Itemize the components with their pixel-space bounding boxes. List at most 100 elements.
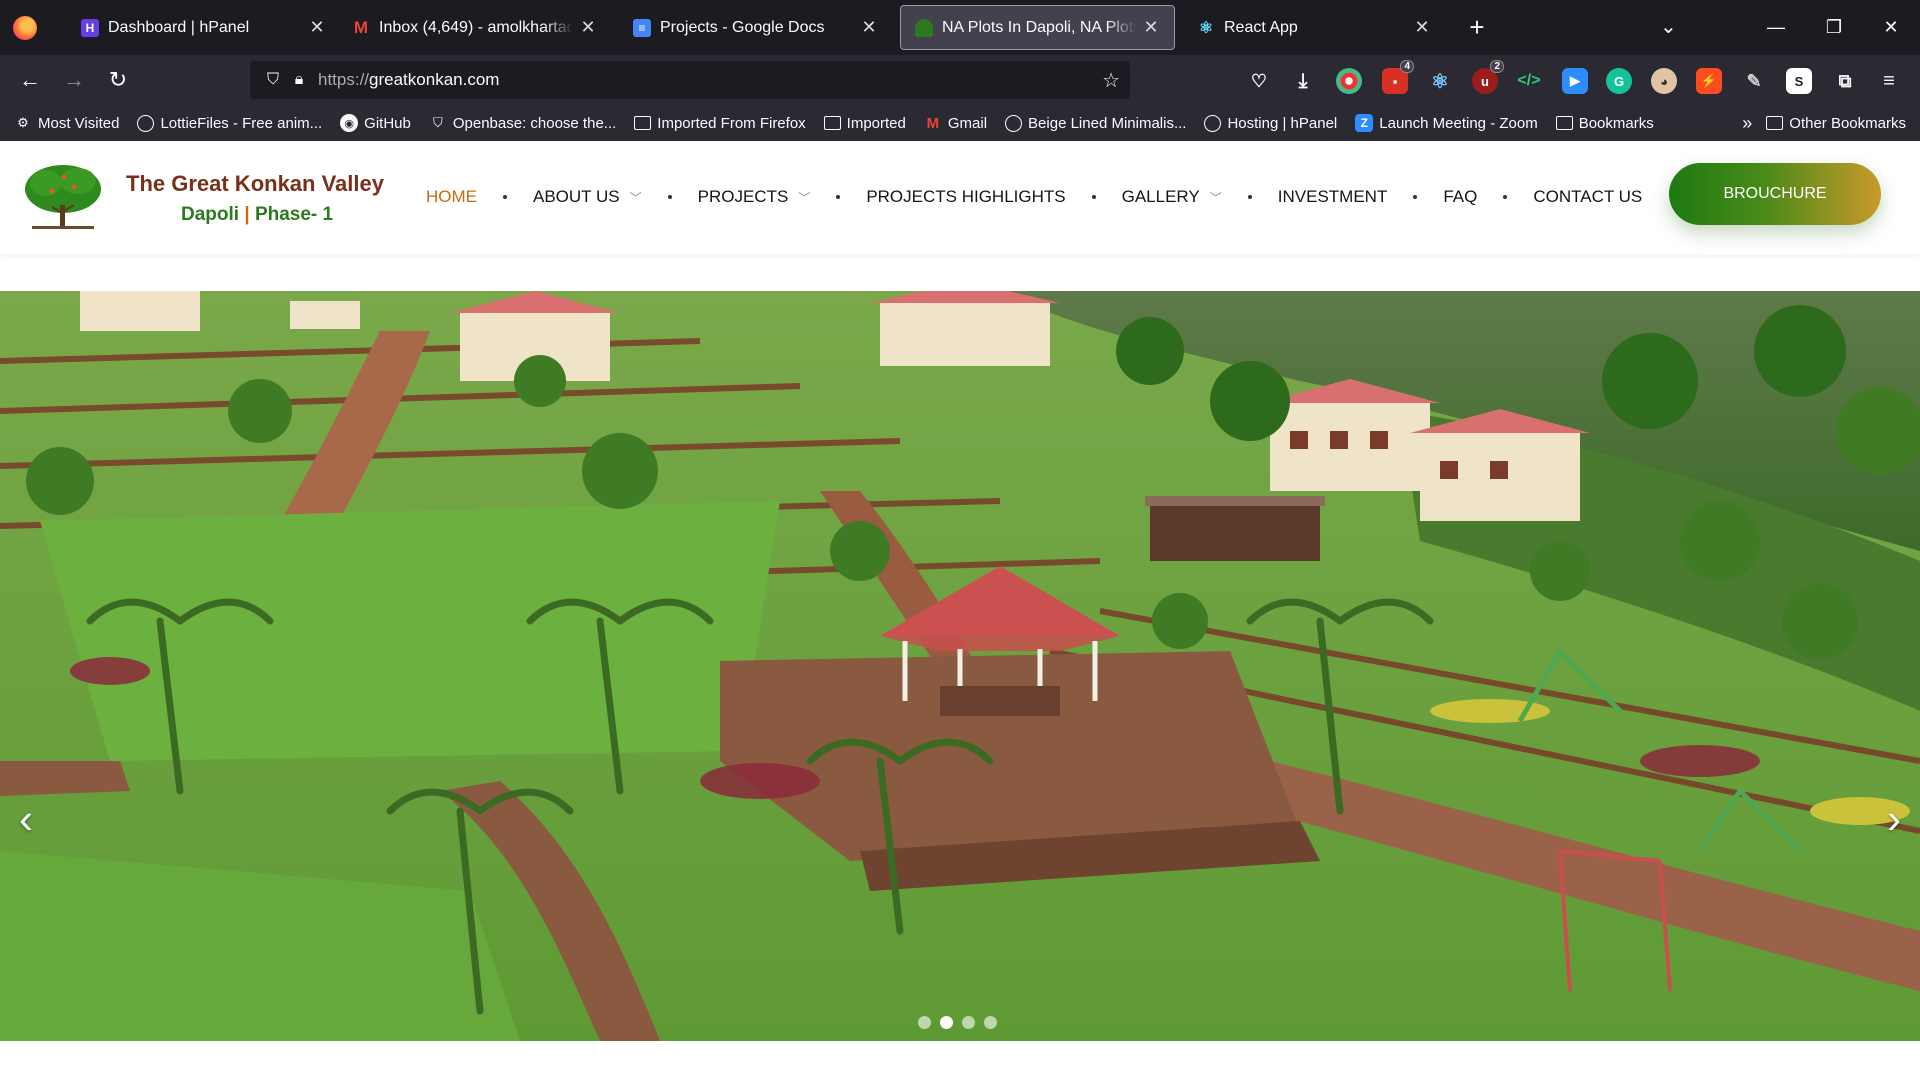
brochure-button[interactable]: BROUCHURE (1669, 163, 1881, 225)
folder-icon (1766, 116, 1784, 130)
tab-gmail-inbox[interactable]: M Inbox (4,649) - amolkhartade97@gmail.c… (338, 5, 611, 50)
globe-icon (137, 114, 155, 132)
bookmark-label: GitHub (364, 114, 411, 132)
bookmark-label: Gmail (947, 114, 988, 132)
bookmarks-toolbar: ⚙ Most Visited LottieFiles - Free anim...… (0, 105, 1920, 141)
hpanel-icon: H (81, 18, 99, 37)
bookmark-label: Launch Meeting - Zoom (1379, 114, 1538, 132)
tab-great-konkan[interactable]: NA Plots In Dapoli, NA Plots in Konkan ✕ (900, 5, 1175, 50)
menu-item-projects-highlights[interactable]: PROJECTS HIGHLIGHTS (866, 187, 1065, 207)
extension-badge-icon[interactable]: ▪ 4 (1382, 60, 1414, 94)
colorzilla-icon[interactable] (1336, 68, 1362, 94)
bookmark-label: Imported From Firefox (657, 114, 806, 132)
brand-phase: Phase- 1 (254, 204, 334, 225)
extensions-puzzle-icon[interactable]: ⧉ (1832, 68, 1858, 94)
address-bar[interactable]: ⛉ 🔒︎ https:// greatkonkan.com ☆ (250, 61, 1130, 99)
next-slide-arrow-icon[interactable]: › (1874, 789, 1914, 849)
react-devtools-icon[interactable]: ⚛ (1427, 68, 1453, 94)
bookmark-beige-lined[interactable]: Beige Lined Minimalis... (1005, 114, 1186, 132)
eyedropper-icon[interactable]: ✎ (1741, 68, 1767, 94)
slide-dot-4[interactable] (984, 1016, 997, 1029)
menu-label: PROJECTS (697, 187, 789, 206)
lock-icon[interactable]: 🔒︎ (286, 71, 312, 89)
minimize-icon[interactable]: — (1747, 0, 1805, 55)
tab-strip: H Dashboard | hPanel ✕ M Inbox (4,649) -… (0, 0, 1920, 55)
bookmark-zoom[interactable]: Z Launch Meeting - Zoom (1355, 114, 1538, 132)
menu-item-projects[interactable]: PROJECTS ﹀ (698, 187, 811, 207)
downloads-icon[interactable]: ⤓ (1290, 68, 1316, 94)
menu-item-gallery[interactable]: GALLERY ﹀ (1122, 187, 1222, 207)
menu-item-home[interactable]: HOME (426, 187, 477, 207)
folder-icon (634, 116, 652, 130)
pocket-icon[interactable]: ♡ (1246, 68, 1272, 94)
menu-hamburger-icon[interactable]: ≡ (1876, 68, 1902, 94)
tab-title: Dashboard | hPanel (108, 18, 250, 36)
list-all-tabs-icon[interactable]: ⌄ (1660, 14, 1677, 39)
bookmark-star-icon[interactable]: ☆ (1102, 68, 1120, 93)
firefox-logo-icon[interactable] (13, 15, 37, 40)
close-tab-icon[interactable]: ✕ (1142, 17, 1160, 38)
bookmark-openbase[interactable]: ⛉ Openbase: choose the... (429, 114, 616, 132)
tab-title: Projects - Google Docs (660, 18, 825, 36)
brand-separator: | (244, 204, 250, 225)
bookmark-label: Bookmarks (1578, 114, 1654, 132)
react-icon: ⚛ (1198, 19, 1214, 37)
gmail-icon: M (353, 17, 369, 37)
zoom-extension-icon[interactable]: ▶ (1562, 68, 1588, 94)
bookmark-hosting-hpanel[interactable]: Hosting | hPanel (1204, 114, 1338, 132)
ublock-icon[interactable]: u2 (1472, 60, 1504, 94)
bookmark-label: Hosting | hPanel (1227, 114, 1338, 132)
menu-item-contact-us[interactable]: CONTACT US (1533, 187, 1642, 207)
brand-location: Dapoli (181, 204, 240, 225)
avatar-extension-icon[interactable]: ◕ (1651, 68, 1677, 94)
json-extension-icon[interactable]: ⚡ (1696, 68, 1722, 94)
tab-hpanel-dashboard[interactable]: H Dashboard | hPanel ✕ (67, 5, 340, 50)
reload-icon[interactable]: ↻ (96, 60, 140, 100)
slider-pagination (918, 1016, 1006, 1029)
slide-dot-3[interactable] (962, 1016, 975, 1029)
menu-label: HOME (426, 187, 477, 206)
menu-separator (667, 195, 672, 199)
slide-dot-1[interactable] (918, 1016, 931, 1029)
bookmark-gmail[interactable]: M Gmail (924, 114, 987, 132)
close-window-icon[interactable]: ✕ (1862, 0, 1920, 55)
bookmark-imported-from-firefox[interactable]: Imported From Firefox (634, 114, 806, 132)
close-tab-icon[interactable]: ✕ (308, 17, 326, 38)
previous-slide-arrow-icon[interactable]: ‹ (6, 789, 46, 849)
forward-icon[interactable]: → (52, 60, 96, 100)
menu-item-about-us[interactable]: ABOUT US ﹀ (533, 187, 642, 207)
bookmark-other-bookmarks[interactable]: Other Bookmarks (1766, 115, 1906, 132)
github-icon: ◉ (340, 114, 359, 132)
bookmark-imported[interactable]: Imported (823, 115, 906, 132)
menu-label: INVESTMENT (1277, 187, 1388, 206)
back-icon[interactable]: ← (8, 60, 52, 100)
stylus-icon[interactable]: S (1786, 68, 1812, 94)
bookmark-bookmarks-folder[interactable]: Bookmarks (1555, 114, 1654, 132)
restore-icon[interactable]: ❐ (1805, 0, 1863, 55)
menu-item-investment[interactable]: INVESTMENT (1278, 187, 1388, 207)
more-bookmarks-chevron-icon[interactable]: » (1742, 113, 1752, 134)
code-extension-icon[interactable]: </> (1516, 68, 1542, 94)
bookmark-most-visited[interactable]: ⚙ Most Visited (14, 114, 119, 132)
tree-logo-icon[interactable] (22, 161, 104, 231)
new-tab-button[interactable]: + (1457, 12, 1497, 43)
bookmark-lottiefiles[interactable]: LottieFiles - Free anim... (137, 114, 323, 132)
close-tab-icon[interactable]: ✕ (1413, 17, 1431, 38)
navigation-toolbar: ← → ↻ ⛉ 🔒︎ https:// greatkonkan.com ☆ (0, 55, 1920, 105)
tab-title: NA Plots In Dapoli, NA Plots in Konkan (942, 18, 1136, 36)
close-tab-icon[interactable]: ✕ (579, 17, 597, 38)
chevron-down-icon: ﹀ (629, 190, 642, 205)
bookmark-github[interactable]: ◉ GitHub (340, 114, 411, 132)
menu-item-faq[interactable]: FAQ (1443, 187, 1477, 207)
grammarly-icon[interactable]: G (1606, 68, 1632, 94)
slide-dot-2[interactable] (940, 1016, 953, 1029)
close-tab-icon[interactable]: ✕ (860, 17, 878, 38)
hero-landscape-image (0, 291, 1920, 1041)
tab-react-app[interactable]: ⚛ React App ✕ (1183, 5, 1445, 50)
tab-google-docs[interactable]: ≡ Projects - Google Docs ✕ (619, 5, 892, 50)
brand-title[interactable]: The Great Konkan Valley (126, 171, 384, 197)
menu-label: CONTACT US (1533, 187, 1643, 206)
menu-separator (1413, 195, 1418, 199)
bookmark-label: LottieFiles - Free anim... (160, 114, 323, 132)
tracking-protection-icon[interactable]: ⛉ (260, 71, 286, 89)
